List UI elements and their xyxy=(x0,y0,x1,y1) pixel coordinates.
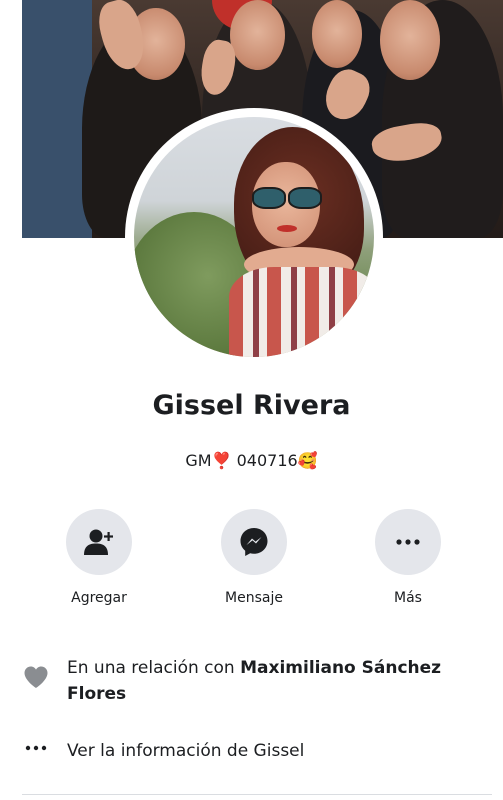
more-button[interactable]: Más xyxy=(348,509,468,606)
message-label: Mensaje xyxy=(225,590,283,606)
add-friend-icon xyxy=(84,529,113,555)
relationship-prefix: En una relación con xyxy=(67,658,241,678)
add-friend-button[interactable]: Agregar xyxy=(39,509,159,606)
heart-icon xyxy=(24,666,48,688)
more-label: Más xyxy=(394,590,422,606)
profile-page: Gissel Rivera GM❣️ 040716🥰 Agregar Mensa… xyxy=(0,0,503,800)
divider xyxy=(22,794,492,795)
add-friend-label: Agregar xyxy=(71,590,127,606)
profile-actions: Agregar Mensaje Más xyxy=(0,509,503,619)
message-button[interactable]: Mensaje xyxy=(194,509,314,606)
about-link[interactable]: Ver la información de Gissel xyxy=(67,738,487,764)
more-horizontal-icon xyxy=(25,745,47,751)
profile-picture-frame xyxy=(125,108,383,366)
profile-picture[interactable] xyxy=(134,117,374,357)
messenger-icon xyxy=(240,528,268,556)
profile-name: Gissel Rivera xyxy=(152,390,351,421)
relationship-text: En una relación con Maximiliano Sánchez … xyxy=(67,655,487,707)
more-icon xyxy=(396,539,420,545)
profile-bio: GM❣️ 040716🥰 xyxy=(185,451,318,470)
